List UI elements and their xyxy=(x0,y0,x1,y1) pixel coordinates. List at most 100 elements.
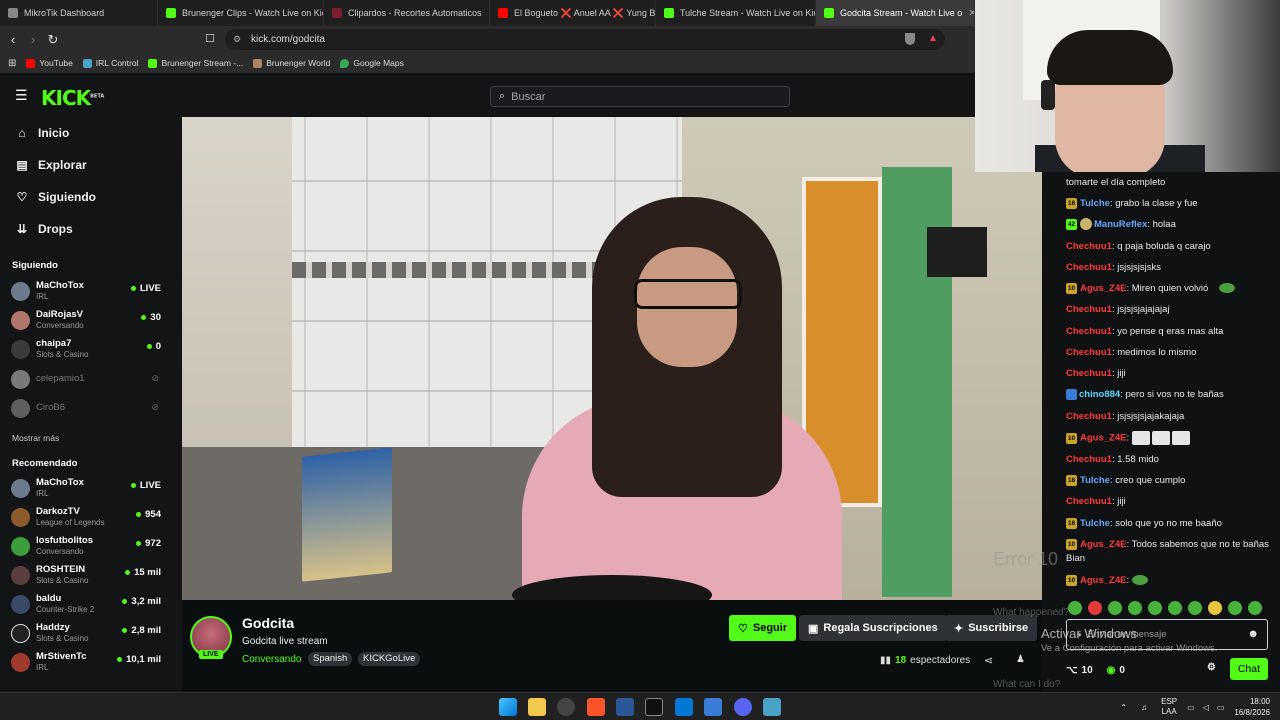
reload-icon[interactable]: ↻ xyxy=(43,32,63,48)
nav-explorar[interactable]: ▤ Explorar xyxy=(15,158,86,172)
brave-shield-icon[interactable] xyxy=(905,33,915,45)
chat-message: 18 Tulche: solo que yo no me baaño xyxy=(1066,517,1222,529)
chat-message: Chechuu1: jiji xyxy=(1066,496,1126,507)
tab-clipardos[interactable]: Clipardos - Recortes Automaticos xyxy=(324,0,490,26)
recommended-channel[interactable]: Haddzy Slots & Casino 2,8 mil xyxy=(11,621,161,649)
bookmark-google-maps[interactable]: Google Maps xyxy=(340,58,404,68)
bookmark-youtube[interactable]: YouTube xyxy=(26,58,73,68)
microphone-icon[interactable]: ♫ xyxy=(1141,703,1147,712)
bookmark-brunenger-world[interactable]: Brunenger World xyxy=(253,58,330,68)
live-dot-icon xyxy=(122,599,128,604)
emote-icon[interactable] xyxy=(1248,601,1262,615)
chevron-up-icon[interactable]: ⌃ xyxy=(1120,703,1127,712)
emote-icon[interactable] xyxy=(1148,601,1162,615)
following-channel[interactable]: MaChoTox IRL LIVE xyxy=(11,279,161,307)
emote-icon[interactable] xyxy=(1208,601,1222,615)
app-icon[interactable] xyxy=(704,698,722,716)
follow-button[interactable]: ♡ Seguir xyxy=(729,615,797,641)
bookmark-irl-control[interactable]: IRL Control xyxy=(82,58,138,68)
gift-subs-button[interactable]: ▣ Regala Suscripciones xyxy=(799,615,947,641)
nav-drops[interactable]: ⇊ Drops xyxy=(15,222,73,236)
chat-message: 10 Agus_Z4E: xyxy=(1066,431,1276,446)
share-icon[interactable]: ⋖ xyxy=(984,654,993,667)
volume-icon[interactable]: ◁ xyxy=(1203,703,1209,712)
nav-inicio[interactable]: ⌂ Inicio xyxy=(15,126,69,140)
kick-logo[interactable]: KICKBETA xyxy=(41,86,104,110)
file-explorer-icon[interactable] xyxy=(528,698,546,716)
recommended-channel[interactable]: baldu Counter-Strike 2 3,2 mil xyxy=(11,592,161,620)
close-icon[interactable]: ✕ xyxy=(962,8,974,19)
recommended-channel[interactable]: DarkozTV League of Legends 954 xyxy=(11,505,161,533)
network-icon[interactable]: ▭ xyxy=(1187,703,1195,712)
notepad-icon[interactable] xyxy=(763,698,781,716)
following-channel-offline[interactable]: CiroB6 ⊘ xyxy=(11,396,161,424)
subscribe-button[interactable]: ✦ Suscribirse xyxy=(945,615,1038,641)
tab-mikrotik[interactable]: MikroTik Dashboard xyxy=(0,0,158,26)
discord-icon[interactable] xyxy=(734,698,752,716)
nav-siguiendo[interactable]: ♡ Siguiendo xyxy=(15,190,96,204)
live-badge: LIVE xyxy=(199,650,223,659)
recommended-channel[interactable]: ROSHTEIN Slots & Casino 15 mil xyxy=(11,563,161,591)
channel-name[interactable]: Godcita xyxy=(242,615,294,631)
brave-browser-icon[interactable] xyxy=(587,698,605,716)
mikrotik-icon xyxy=(8,8,18,18)
app-icon[interactable] xyxy=(616,698,634,716)
emote-icon[interactable] xyxy=(1108,601,1122,615)
emote-icon[interactable] xyxy=(1168,601,1182,615)
language-indicator[interactable]: ESP LAA xyxy=(1161,697,1177,717)
live-dot-icon xyxy=(130,483,136,488)
show-more-link[interactable]: Mostrar más xyxy=(12,433,59,443)
tag-chip[interactable]: Spanish xyxy=(308,652,353,666)
menu-icon[interactable]: ☰ xyxy=(15,87,28,104)
apps-grid-icon[interactable]: ⊞ xyxy=(8,58,16,69)
gear-icon[interactable]: ⚙ xyxy=(1207,662,1216,673)
recommended-channel[interactable]: MrStivenTc IRL 10,1 mil xyxy=(11,650,161,678)
video-player[interactable] xyxy=(182,117,1042,600)
chat-send-button[interactable]: Chat xyxy=(1229,658,1268,680)
what-happened-text: What happened? xyxy=(993,607,1070,618)
recommended-channel[interactable]: MaChoTox IRL LIVE xyxy=(11,476,161,504)
emote-icon[interactable] xyxy=(1188,601,1202,615)
chat-message: chino884: pero si vos no te bañas xyxy=(1066,388,1276,402)
following-title: Siguiendo xyxy=(12,260,58,271)
app-icon[interactable] xyxy=(675,698,693,716)
bookmark-icon[interactable]: ☐ xyxy=(200,32,220,45)
live-dot-icon xyxy=(146,344,152,349)
sidebar: ⌂ Inicio ▤ Explorar ♡ Siguiendo ⇊ Drops Sigu… xyxy=(0,117,182,692)
brave-rewards-icon[interactable]: ▲ xyxy=(928,33,938,44)
app-icon[interactable] xyxy=(557,698,575,716)
battery-icon[interactable]: ▭ xyxy=(1217,703,1225,712)
live-dot-icon xyxy=(122,628,128,633)
emoji-icon[interactable]: ☻ xyxy=(1247,628,1259,640)
tab-brunenger-clips[interactable]: Brunenger Clips - Watch Live on Kick xyxy=(158,0,324,26)
bookmark-brunenger-stream[interactable]: Brunenger Stream -... xyxy=(148,58,243,68)
back-icon[interactable]: ‹ xyxy=(3,32,23,47)
emote-icon[interactable] xyxy=(1068,601,1082,615)
following-channel-offline[interactable]: celepamio1 ⊘ xyxy=(11,367,161,395)
tag-chip[interactable]: KICKGoLive xyxy=(358,652,421,666)
live-dot-icon xyxy=(130,286,136,291)
start-icon[interactable] xyxy=(499,698,517,716)
tab-tulche[interactable]: Tulche Stream - Watch Live on Kick✕ xyxy=(656,0,816,26)
kick-points-icon[interactable]: ◉ xyxy=(1107,665,1116,676)
chat-message: Chechuu1: jsjsjsjajajajaj xyxy=(1066,304,1170,315)
clock[interactable]: 18:00 16/8/2026 xyxy=(1234,696,1270,718)
emote-icon[interactable] xyxy=(1228,601,1242,615)
star-icon: ✦ xyxy=(954,622,964,635)
following-channel[interactable]: chaipa7 Slots & Casino 0 xyxy=(11,337,161,365)
site-info-icon[interactable]: ⚙ xyxy=(233,34,241,45)
emote-icon[interactable] xyxy=(1128,601,1142,615)
terminal-icon[interactable] xyxy=(645,698,663,716)
emote-icon[interactable] xyxy=(1088,601,1102,615)
search-input[interactable]: ⌕ Buscar xyxy=(490,86,790,107)
stream-category[interactable]: Conversando xyxy=(242,654,301,665)
tab-godcita[interactable]: Godcita Stream - Watch Live o✕ xyxy=(816,0,975,26)
tab-youtube[interactable]: El Bogueto ❌ Anuel AA ❌ Yung Be xyxy=(490,0,656,26)
notification-icon[interactable]: ♟ xyxy=(1016,654,1025,665)
forward-icon[interactable]: › xyxy=(23,32,43,47)
recommended-channel[interactable]: losfutbolitos Conversando 972 xyxy=(11,534,161,562)
url-field[interactable]: ⚙ kick.com/godcita xyxy=(225,29,945,50)
badge-icon xyxy=(1066,388,1077,400)
avatar xyxy=(11,653,30,672)
following-channel[interactable]: DaiRojasV Conversando 30 xyxy=(11,308,161,336)
